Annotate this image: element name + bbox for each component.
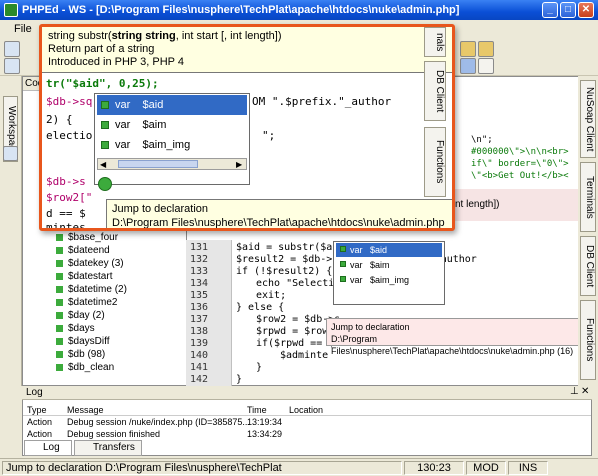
list-item[interactable]: $days (56, 323, 95, 334)
terminals-tab-zoomed[interactable]: nals (424, 27, 446, 57)
scroll-left-icon[interactable]: ◀ (100, 160, 106, 169)
functions-tab-zoomed[interactable]: Functions (424, 127, 446, 197)
log-row-type: Action (27, 417, 53, 427)
log-close-icon[interactable]: ✕ (581, 386, 589, 397)
code-line: #000000\">\n\n<br> (471, 147, 569, 157)
list-item[interactable]: $datetime (2) (56, 284, 127, 295)
log-col-time: Time (247, 405, 267, 415)
list-item[interactable]: $datetime2 (56, 297, 117, 308)
autocomplete-list-small[interactable]: var $aid var $aim var $aim_img (333, 241, 445, 305)
code-line: } else { (236, 302, 285, 313)
tab-transfers[interactable]: Transfers (74, 440, 142, 456)
cursor-marker-icon (98, 177, 112, 191)
list-item[interactable]: $daysDiff (56, 336, 110, 347)
code-line: exit; (256, 290, 287, 301)
log-row-type: Action (27, 429, 53, 439)
autocomplete-item[interactable]: var $aim_img (97, 135, 247, 155)
code-line: if\" border=\"0\"> (471, 159, 569, 169)
autocomplete-list[interactable]: var $aid var $aim var $aim_img ◀ ▶ (94, 93, 250, 185)
log-col-location: Location (289, 405, 324, 415)
list-item[interactable]: $dateend (56, 245, 110, 256)
log-header: Log ⊥ ✕ (22, 386, 592, 400)
code-line: OM ".$prefix."_author (252, 95, 392, 108)
log-col-message: Message (67, 405, 104, 415)
code-line: } (256, 362, 263, 373)
code-line: electio (46, 129, 93, 142)
code-line: d == $ (46, 207, 86, 220)
menu-file[interactable]: File (14, 23, 32, 35)
log-row-message: Debug session finished (67, 429, 161, 439)
new-file-icon[interactable] (4, 41, 20, 57)
code-line: \"<b>Get Out!</b>< (471, 171, 569, 181)
db-client-tab-zoomed[interactable]: DB Client (424, 61, 446, 121)
log-row-time: 13:19:34 (247, 417, 283, 427)
code-line: } (236, 374, 243, 385)
functions-tab[interactable]: Functions (580, 300, 596, 380)
list-item[interactable]: $datekey (3) (56, 258, 124, 269)
list-item[interactable]: $db_clean (56, 362, 114, 373)
code-line: $adminte (280, 350, 329, 361)
folder-icon[interactable] (460, 41, 476, 57)
pin-icon[interactable] (3, 146, 18, 161)
minimize-button[interactable]: _ (542, 2, 558, 18)
code-line: if (!$result2) { (236, 266, 333, 277)
code-line: 2) { (46, 113, 73, 126)
terminals-tab[interactable]: Terminals (580, 162, 596, 232)
code-line: $db->s (46, 175, 86, 188)
tools-icon[interactable] (478, 41, 494, 57)
jump-to-declaration-hint[interactable]: Jump to declaration D:\Program Files\nus… (106, 199, 452, 228)
list-item[interactable]: $datestart (56, 271, 112, 282)
code-line: mintes (46, 221, 86, 231)
autocomplete-item[interactable]: var $aim (336, 258, 442, 272)
hint-box: nt length]) (447, 189, 581, 221)
list-item[interactable]: $day (2) (56, 310, 105, 321)
log-pin-icon[interactable]: ⊥ (570, 386, 579, 397)
horizontal-scrollbar[interactable]: ◀ ▶ (97, 158, 247, 170)
list-item[interactable]: $base_four (56, 232, 118, 243)
log-row-message: Debug session /nuke/index.php (ID=385875… (67, 417, 250, 427)
status-position: 130:23 (404, 461, 464, 475)
code-line: tr("$aid", 0,25); (46, 77, 159, 90)
title-bar: PHPEd - WS - [D:\Program Files\nusphere\… (0, 0, 598, 20)
window-title: PHPEd - WS - [D:\Program Files\nusphere\… (22, 4, 460, 16)
app-icon (4, 3, 18, 17)
code-line: $row2[" (46, 191, 93, 204)
autocomplete-item[interactable]: var $aim (97, 115, 247, 135)
bottom-tabs: Log Transfers (22, 440, 222, 456)
db-client-tab[interactable]: DB Client (580, 236, 596, 296)
right-dock-strip: NuSoap Client Terminals DB Client Functi… (578, 76, 598, 386)
maximize-button[interactable]: □ (560, 2, 576, 18)
list-item[interactable]: $db (98) (56, 349, 105, 360)
code-line: $db->sq (46, 95, 93, 108)
left-dock-strip: Workspace (0, 76, 22, 386)
log-title: Log (26, 387, 43, 398)
dropdown-icon[interactable] (478, 58, 494, 74)
tab-log[interactable]: Log (24, 440, 72, 456)
status-bar: Jump to declaration D:\Program Files\nus… (0, 458, 598, 476)
status-mod: MOD (466, 461, 506, 475)
open-file-icon[interactable] (4, 58, 20, 74)
status-message: Jump to declaration D:\Program Files\nus… (2, 461, 402, 475)
log-col-type: Type (27, 405, 47, 415)
nusoap-client-tab[interactable]: NuSoap Client (580, 80, 596, 158)
autocomplete-item[interactable]: var $aim_img (336, 273, 442, 287)
zoom-callout: string substr(string string, int start [… (39, 24, 455, 231)
autocomplete-item[interactable]: var $aid (336, 243, 442, 257)
status-ins: INS (508, 461, 548, 475)
close-button[interactable]: ✕ (578, 2, 594, 18)
code-line: "; (262, 129, 276, 142)
function-signature-tooltip: string substr(string string, int start [… (42, 27, 452, 73)
db-icon[interactable] (460, 58, 476, 74)
scroll-right-icon[interactable]: ▶ (236, 160, 242, 169)
log-row-time: 13:34:29 (247, 429, 283, 439)
line-number-gutter: 131 132 133 134 135 136 137 138 139 140 … (186, 240, 232, 386)
jump-hint-small: Jump to declaration D:\Program Files\nus… (326, 318, 594, 356)
autocomplete-item[interactable]: var $aid (97, 95, 247, 115)
code-line: \n"; (471, 135, 493, 145)
code-line: if($rpwd == $ (256, 338, 335, 349)
scroll-thumb[interactable] (118, 160, 198, 168)
